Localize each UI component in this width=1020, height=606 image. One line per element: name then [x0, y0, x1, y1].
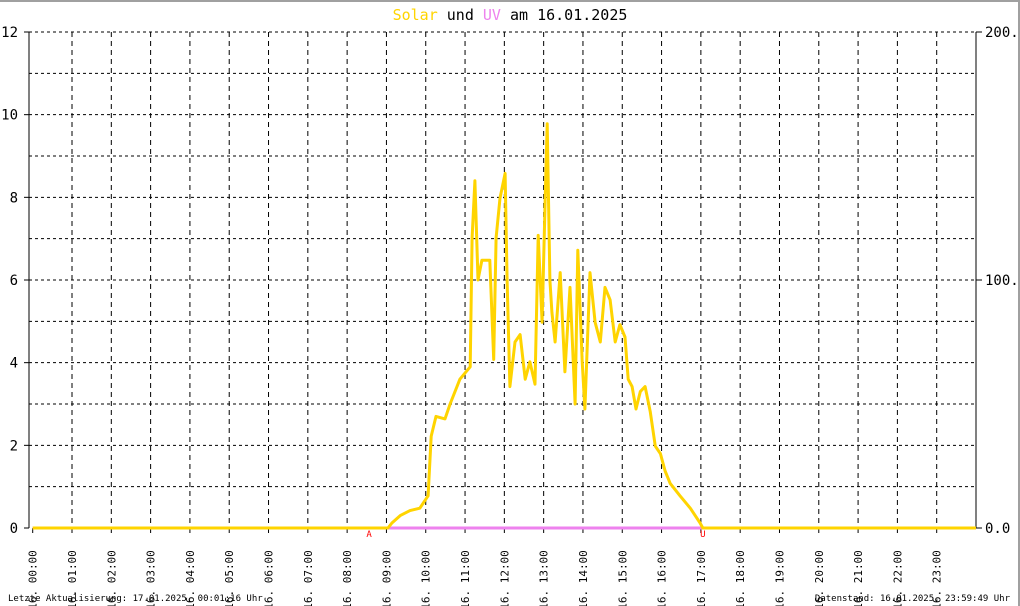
x-tick-label: 16. 07:00	[302, 550, 315, 606]
x-tick-label: 16. 06:00	[263, 550, 276, 606]
x-tick-label: 16. 11:00	[459, 550, 472, 606]
x-tick-label: 16. 17:00	[695, 550, 708, 606]
y-left-tick-label: 4	[10, 356, 18, 372]
x-tick-label: 16. 08:00	[341, 550, 354, 606]
x-tick-label: 16. 15:00	[616, 550, 629, 606]
marker-u: U	[700, 530, 705, 540]
y-left-tick-label: 8	[10, 190, 18, 206]
y-left-tick-label: 6	[10, 273, 18, 289]
x-tick-label: 16. 16:00	[656, 550, 669, 606]
chart-window: Solar und UV am 16.01.2025 16. 00:00 16. …	[0, 0, 1020, 606]
marker-a: A	[366, 530, 372, 540]
x-tick-label: 16. 10:00	[420, 550, 433, 606]
y-left-tick-label: 0	[10, 521, 18, 537]
data-status-text: Datenstand: 16.01.2025, 23:59:49 Uhr	[814, 594, 1010, 604]
x-tick-label: 16. 12:00	[498, 550, 511, 606]
y-right-tick-label: 200.0	[985, 25, 1020, 41]
y-right-tick-label: 100.0	[985, 273, 1020, 289]
x-tick-label: 16. 19:00	[773, 550, 786, 606]
y-left-tick-label: 12	[1, 25, 18, 41]
x-tick-label: 16. 09:00	[380, 550, 393, 606]
x-tick-label: 16. 13:00	[538, 550, 551, 606]
x-tick-label: 16. 18:00	[734, 550, 747, 606]
last-update-text: Letzte Aktualisierung: 17.01.2025, 00:01…	[8, 594, 263, 604]
y-left-tick-label: 10	[1, 108, 18, 124]
y-left-tick-label: 2	[10, 438, 18, 454]
y-right-tick-label: 0.0	[985, 521, 1010, 537]
solar-uv-chart: 16. 00:00 16. 01:00 16. 02:00 16. 03:00 16. …	[1, 25, 1020, 606]
x-tick-label: 16. 14:00	[577, 550, 590, 606]
